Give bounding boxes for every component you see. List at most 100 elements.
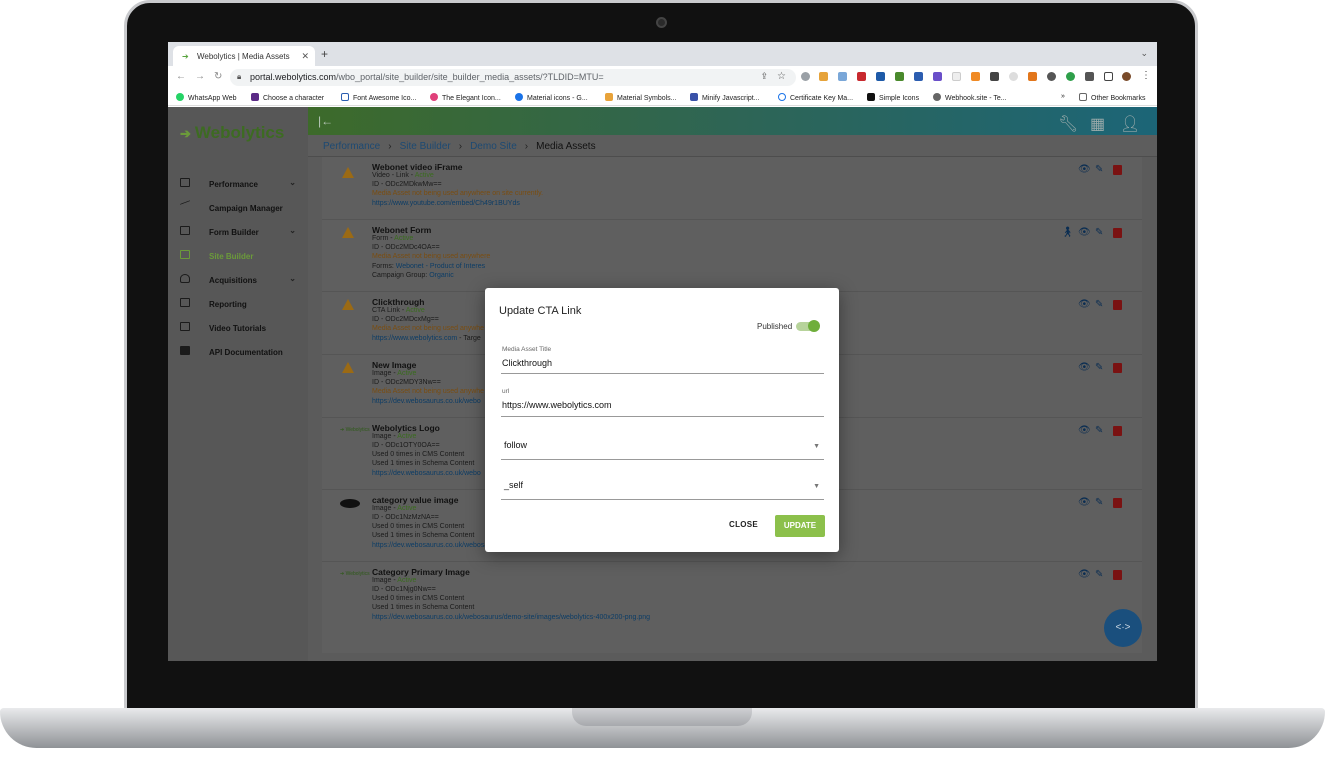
breadcrumb-site-builder[interactable]: Site Builder (400, 141, 451, 152)
metamask-icon[interactable] (1028, 72, 1037, 81)
sidepanel-icon[interactable] (1104, 72, 1113, 81)
bookmark-item[interactable]: Choose a character (251, 93, 324, 102)
webolytics-logo[interactable]: ➔ Webolytics (180, 123, 284, 143)
sidebar-item-reporting[interactable]: Reporting (180, 295, 304, 315)
update-button[interactable]: UPDATE (775, 515, 825, 537)
close-tab-icon[interactable]: ✕ (301, 51, 309, 62)
asset-url[interactable]: https://dev.webosaurus.co.uk/webo (372, 470, 481, 477)
forward-icon[interactable]: → (195, 71, 205, 82)
extension-icon[interactable] (990, 72, 999, 81)
asset-url[interactable]: https://www.youtube.com/embed/Ch49r1BUYd… (372, 200, 520, 207)
delete-icon[interactable] (1113, 570, 1122, 580)
bookmark-item[interactable]: Material Symbols... (605, 93, 677, 102)
delete-icon[interactable] (1113, 165, 1122, 175)
code-fab-button[interactable]: <·> (1104, 609, 1142, 647)
bookmark-item[interactable]: Minify Javascript... (690, 93, 760, 102)
extension-icon[interactable] (876, 72, 885, 81)
warning-icon (342, 299, 354, 310)
extension-icon[interactable] (1066, 72, 1075, 81)
extension-icon[interactable] (857, 72, 866, 81)
asset-url[interactable]: https://dev.webosaurus.co.uk/webo (372, 398, 481, 405)
extension-icon[interactable] (914, 72, 923, 81)
sidebar-item-site-builder[interactable]: Site Builder (180, 247, 304, 267)
collapse-sidebar-icon[interactable]: |← (318, 114, 333, 128)
url-input[interactable]: 🔒︎ portal.webolytics.com/wbo_portal/site… (230, 69, 796, 86)
edit-icon[interactable]: ✎ (1095, 164, 1103, 175)
reload-icon[interactable]: ↻ (214, 71, 222, 82)
select-value: follow (504, 440, 528, 450)
other-bookmarks[interactable]: Other Bookmarks (1079, 93, 1145, 102)
bookmark-item[interactable]: Certificate Key Ma... (778, 93, 853, 102)
extension-icon[interactable] (1009, 72, 1018, 81)
bookmark-item[interactable]: Simple Icons (867, 93, 919, 102)
bookmark-item[interactable]: The Elegant Icon... (430, 93, 501, 102)
delete-icon[interactable] (1113, 363, 1122, 373)
rel-select[interactable]: follow ▼ (501, 430, 824, 460)
extension-icon[interactable] (819, 72, 828, 81)
back-icon[interactable]: ← (176, 71, 186, 82)
sidebar-item-api-documentation[interactable]: API Documentation (180, 343, 304, 363)
url-field[interactable]: url https://www.webolytics.com (501, 386, 824, 417)
logo-arrow-icon: ➔ (180, 126, 191, 141)
bookmark-item[interactable]: Font Awesome Ico... (341, 93, 416, 102)
extension-icon[interactable] (895, 72, 904, 81)
sidebar-item-video-tutorials[interactable]: Video Tutorials (180, 319, 304, 339)
bookmark-star-icon[interactable]: ☆ (777, 71, 786, 82)
sidebar-item-campaign-manager[interactable]: Campaign Manager (180, 199, 304, 219)
extension-icon[interactable] (933, 72, 942, 81)
extension-icon[interactable] (971, 72, 980, 81)
extension-icon[interactable] (838, 72, 847, 81)
delete-icon[interactable] (1113, 426, 1122, 436)
extension-icon[interactable] (1047, 72, 1056, 81)
toggle-knob (808, 320, 820, 332)
breadcrumb-current: Media Assets (536, 141, 596, 152)
edit-icon[interactable]: ✎ (1095, 362, 1103, 373)
delete-icon[interactable] (1113, 498, 1122, 508)
published-toggle[interactable] (796, 320, 820, 332)
media-asset-title-field[interactable]: Media Asset Title Clickthrough (501, 344, 824, 374)
sidebar-item-performance[interactable]: Performance ⌄ (180, 175, 304, 195)
menu-icon[interactable]: ⋮ (1141, 70, 1151, 81)
delete-icon[interactable] (1113, 300, 1122, 310)
wrench-icon[interactable]: 🔧︎ (1058, 114, 1078, 133)
extension-icon[interactable] (952, 72, 961, 81)
puzzle-icon[interactable] (1085, 72, 1094, 81)
breadcrumb-demo-site[interactable]: Demo Site (470, 141, 517, 152)
sidebar-item-form-builder[interactable]: Form Builder ⌄ (180, 223, 304, 243)
bookmark-item[interactable]: Webhook.site - Te... (933, 93, 1007, 102)
view-icon[interactable]: 👁︎ (1078, 227, 1091, 238)
edit-icon[interactable]: ✎ (1095, 299, 1103, 310)
edit-icon[interactable]: ✎ (1095, 569, 1103, 580)
sidebar-item-acquisitions[interactable]: Acquisitions ⌄ (180, 271, 304, 291)
view-icon[interactable]: 👁︎ (1078, 425, 1091, 436)
view-icon[interactable]: 👁︎ (1078, 164, 1091, 175)
new-tab-icon[interactable]: + (321, 47, 328, 61)
form-link[interactable]: Webonet - Product of Interes (396, 263, 485, 270)
target-select[interactable]: _self ▼ (501, 470, 824, 500)
close-button[interactable]: CLOSE (729, 520, 758, 529)
edit-icon[interactable]: ✎ (1095, 227, 1103, 238)
asset-url[interactable]: https://dev.webosaurus.co.uk/webosaurus/… (372, 614, 650, 621)
delete-icon[interactable] (1113, 228, 1122, 238)
dashboard-grid-icon[interactable]: ▦ (1090, 114, 1105, 133)
browser-tab[interactable]: ➔ Webolytics | Media Assets ✕ (173, 46, 315, 66)
view-icon[interactable]: 👁︎ (1078, 299, 1091, 310)
bookmark-item[interactable]: Material icons - G... (515, 93, 588, 102)
tab-search-icon[interactable]: ⌄ (1140, 48, 1148, 59)
breadcrumb-performance[interactable]: Performance (323, 141, 380, 152)
view-icon[interactable]: 👁︎ (1078, 497, 1091, 508)
asset-url[interactable]: https://www.webolytics.com (372, 335, 457, 342)
extension-icon[interactable] (801, 72, 810, 81)
share-icon[interactable]: ⇪ (760, 71, 768, 82)
bookmark-item[interactable]: WhatsApp Web (176, 93, 237, 102)
campaign-group-link[interactable]: Organic (429, 272, 454, 279)
profile-avatar[interactable] (1122, 72, 1131, 81)
edit-icon[interactable]: ✎ (1095, 497, 1103, 508)
view-icon[interactable]: 👁︎ (1078, 569, 1091, 580)
bookmarks-overflow[interactable]: » (1061, 93, 1065, 100)
dropdown-arrow-icon: ▼ (813, 483, 820, 490)
edit-icon[interactable]: ✎ (1095, 425, 1103, 436)
account-icon[interactable]: 👤︎ (1120, 114, 1140, 133)
person-icon[interactable]: 🚶︎ (1061, 227, 1074, 238)
view-icon[interactable]: 👁︎ (1078, 362, 1091, 373)
